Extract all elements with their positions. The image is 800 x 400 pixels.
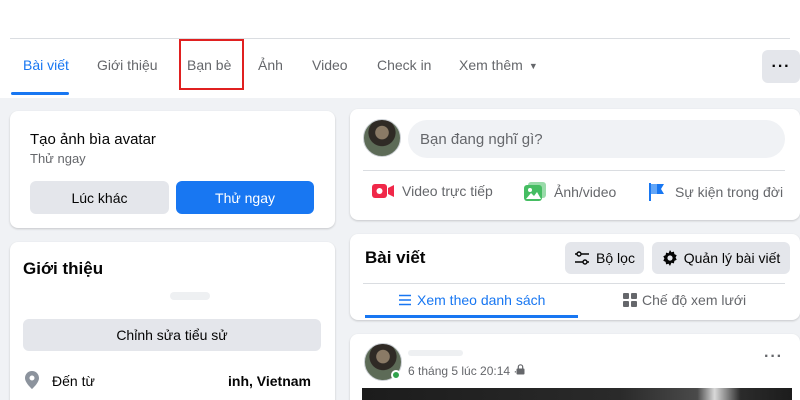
tab-more[interactable]: Xem thêm ▼ [459,57,538,73]
profile-tab-bar [0,0,800,98]
gear-icon [663,250,677,266]
composer-input[interactable]: Bạn đang nghĩ gì? [408,120,785,158]
view-tab-indicator [365,315,578,318]
tab-check-ins[interactable]: Check in [377,57,431,73]
friends-tab-highlight [179,39,244,90]
later-button[interactable]: Lúc khác [30,181,169,214]
blurred-text [170,292,210,300]
photo-icon [524,182,546,201]
filter-button[interactable]: Bộ lọc [565,242,644,274]
life-event-label: Sự kiện trong đời [675,184,784,200]
avatar-card-title: Tạo ảnh bìa avatar [30,131,156,148]
tab-more-label: Xem thêm [459,57,523,73]
post-media-image[interactable] [362,388,792,400]
avatar[interactable] [363,119,401,157]
list-view-label: Xem theo danh sách [417,292,546,308]
list-view-tab[interactable]: Xem theo danh sách [398,292,545,308]
profile-more-options-button[interactable]: ··· [762,50,800,83]
from-label: Đến từ [52,373,95,389]
blurred-author-name [408,350,463,356]
life-event-flag-icon [649,183,664,201]
from-place[interactable]: inh, Vietnam [228,373,311,389]
caret-down-icon: ▼ [528,61,538,72]
manage-posts-label: Quản lý bài viết [683,250,781,266]
filter-button-label: Bộ lọc [596,250,635,266]
live-video-icon [372,184,394,198]
post-more-options-icon[interactable]: ··· [764,348,783,366]
header-divider [10,38,790,39]
grid-icon [623,293,637,307]
photo-video-label: Ảnh/video [554,184,617,200]
live-video-label: Video trực tiếp [402,183,493,199]
tab-videos[interactable]: Video [312,57,348,73]
photo-video-button[interactable]: Ảnh/video [524,182,616,202]
life-event-button[interactable]: Sự kiện trong đời [647,182,783,202]
location-pin-icon [25,371,39,389]
filter-sliders-icon [575,251,590,265]
active-tab-indicator [11,92,69,95]
grid-view-tab[interactable]: Chế độ xem lưới [623,292,746,308]
tab-photos[interactable]: Ảnh [258,57,283,73]
list-icon [399,294,411,306]
avatar-card-subtitle: Thử ngay [30,151,86,166]
posts-header-divider [363,283,785,284]
online-status-dot [391,370,401,380]
manage-posts-button[interactable]: Quản lý bài viết [652,242,790,274]
intro-card-title: Giới thiệu [23,259,104,278]
tab-about[interactable]: Giới thiệu [97,57,158,73]
try-now-button[interactable]: Thử ngay [176,181,314,214]
grid-view-label: Chế độ xem lưới [642,292,747,308]
post-timestamp[interactable]: 6 tháng 5 lúc 20:14 · [408,364,517,378]
posts-title: Bài viết [365,248,426,267]
live-video-button[interactable]: Video trực tiếp [372,182,493,200]
edit-bio-button[interactable]: Chỉnh sửa tiểu sử [23,319,321,351]
composer-divider [363,170,785,171]
lock-icon [516,364,525,375]
tab-posts[interactable]: Bài viết [23,57,69,73]
